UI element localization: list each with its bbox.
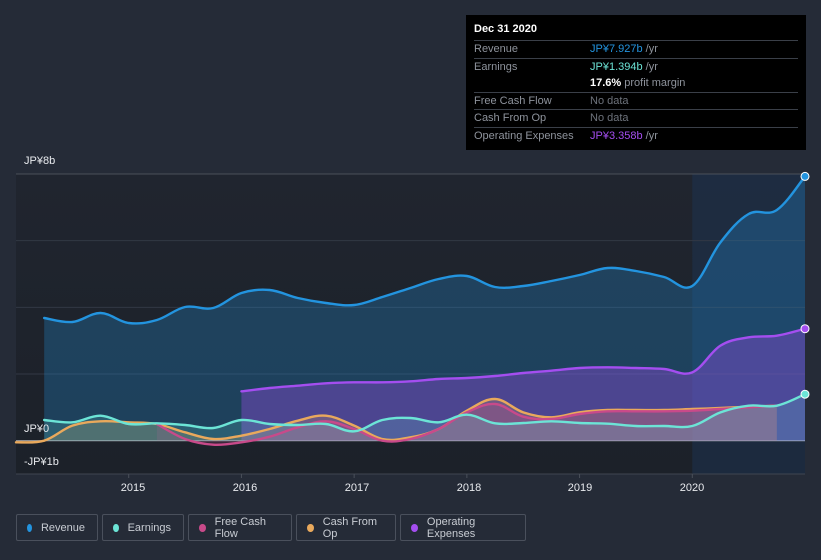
legend-item-operating-expenses[interactable]: Operating Expenses bbox=[400, 514, 526, 541]
legend-label: Earnings bbox=[127, 521, 171, 534]
tooltip-label: Revenue bbox=[474, 43, 519, 55]
revenue-end-point bbox=[800, 171, 810, 181]
tooltip-value: No data bbox=[590, 94, 629, 107]
earnings-end-point bbox=[800, 389, 810, 399]
x-tick-label: 2018 bbox=[456, 482, 482, 494]
x-tick-label: 2019 bbox=[567, 482, 593, 494]
legend-label: Free Cash Flow bbox=[214, 515, 266, 540]
x-tick-label: 2015 bbox=[120, 482, 146, 494]
tooltip-value: JP¥1.394b bbox=[590, 60, 643, 73]
tooltip-row-revenue: Revenue JP¥7.927b /yr bbox=[474, 41, 798, 59]
legend-label: Revenue bbox=[40, 521, 85, 534]
earnings-dot-icon bbox=[113, 523, 119, 532]
tooltip-row-free-cash-flow: Free Cash Flow No data bbox=[474, 93, 798, 110]
tooltip-row-earnings: Earnings JP¥1.394b /yr bbox=[474, 59, 798, 76]
data-tooltip: Dec 31 2020 Revenue JP¥7.927b /yr Earnin… bbox=[466, 15, 806, 150]
operating-expenses-dot-icon bbox=[411, 523, 418, 532]
tooltip-unit: /yr bbox=[642, 60, 658, 73]
tooltip-label: Free Cash Flow bbox=[474, 94, 552, 107]
tooltip-label: Cash From Op bbox=[474, 112, 547, 124]
x-axis-ticks bbox=[128, 474, 693, 478]
tooltip-value: No data bbox=[590, 112, 629, 124]
tooltip-unit: /yr bbox=[642, 129, 658, 142]
legend-item-cash-from-op[interactable]: Cash From Op bbox=[296, 514, 396, 541]
x-tick-label: 2017 bbox=[344, 482, 370, 494]
y-tick-label: JP¥8b bbox=[24, 155, 56, 167]
tooltip-label: Earnings bbox=[474, 60, 518, 73]
x-tick-label: 2020 bbox=[679, 482, 705, 494]
chart-legend: Revenue Earnings Free Cash Flow Cash Fro… bbox=[16, 514, 526, 541]
free-cash-flow-dot-icon bbox=[199, 523, 206, 532]
cash-from-op-dot-icon bbox=[307, 523, 314, 532]
tooltip-row-profit-margin: 17.6% profit margin bbox=[474, 75, 798, 93]
revenue-dot-icon bbox=[27, 523, 32, 532]
y-tick-label: -JP¥1b bbox=[24, 456, 59, 468]
x-tick-label: 2016 bbox=[232, 482, 258, 494]
tooltip-unit: profit margin bbox=[621, 77, 686, 89]
tooltip-value: JP¥3.358b bbox=[590, 129, 643, 142]
tooltip-label: Operating Expenses bbox=[474, 129, 574, 142]
legend-label: Operating Expenses bbox=[426, 515, 476, 540]
legend-item-free-cash-flow[interactable]: Free Cash Flow bbox=[188, 514, 292, 541]
legend-item-revenue[interactable]: Revenue bbox=[16, 514, 98, 541]
y-tick-label: JP¥0 bbox=[24, 423, 50, 435]
tooltip-date: Dec 31 2020 bbox=[474, 23, 798, 41]
tooltip-unit: /yr bbox=[642, 43, 658, 55]
tooltip-value: 17.6% bbox=[590, 77, 622, 89]
tooltip-row-cash-from-op: Cash From Op No data bbox=[474, 110, 798, 128]
operating-expenses-end-point bbox=[800, 324, 810, 334]
tooltip-label bbox=[474, 75, 590, 92]
tooltip-row-operating-expenses: Operating Expenses JP¥3.358b /yr bbox=[474, 128, 798, 145]
legend-label: Cash From Op bbox=[322, 515, 378, 540]
legend-item-earnings[interactable]: Earnings bbox=[102, 514, 184, 541]
tooltip-value: JP¥7.927b bbox=[590, 43, 643, 55]
